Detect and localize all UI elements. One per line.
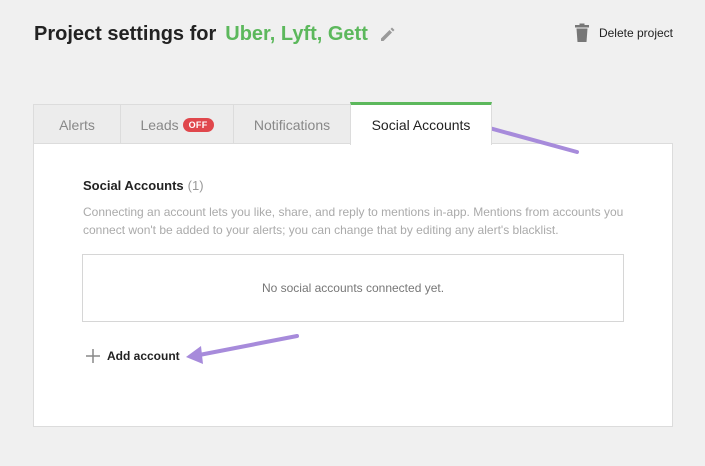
page-header: Project settings for Uber, Lyft, Gett bbox=[34, 20, 398, 48]
account-count: (1) bbox=[187, 178, 204, 193]
tab-label: Alerts bbox=[59, 117, 95, 133]
tab-label: Social Accounts bbox=[371, 117, 471, 133]
section-title-text: Social Accounts bbox=[83, 178, 184, 193]
trash-icon bbox=[573, 23, 591, 43]
delete-project-label: Delete project bbox=[598, 26, 673, 40]
pencil-icon[interactable] bbox=[378, 24, 398, 44]
tab-social-accounts[interactable]: Social Accounts bbox=[350, 102, 492, 145]
section-title: Social Accounts (1) bbox=[83, 178, 204, 193]
add-account-button[interactable]: Add account bbox=[85, 348, 180, 364]
tab-alerts[interactable]: Alerts bbox=[33, 104, 120, 145]
settings-tabs: Alerts Leads OFF Notifications Social Ac… bbox=[33, 102, 492, 145]
project-name: Uber, Lyft, Gett bbox=[225, 22, 368, 45]
tab-leads[interactable]: Leads OFF bbox=[120, 104, 233, 145]
page-title: Project settings for bbox=[34, 22, 217, 45]
plus-icon bbox=[85, 348, 101, 364]
tab-label: Notifications bbox=[253, 117, 331, 133]
tab-label: Leads bbox=[140, 117, 179, 133]
delete-project-button[interactable]: Delete project bbox=[573, 23, 673, 43]
accounts-list-empty: No social accounts connected yet. bbox=[82, 254, 624, 322]
section-description: Connecting an account lets you like, sha… bbox=[83, 205, 624, 237]
empty-message: No social accounts connected yet. bbox=[261, 281, 445, 295]
status-badge: OFF bbox=[182, 118, 214, 132]
tab-notifications[interactable]: Notifications bbox=[233, 104, 350, 145]
social-accounts-panel: Social Accounts (1) Connecting an account… bbox=[33, 143, 673, 427]
add-account-label: Add account bbox=[107, 349, 180, 363]
